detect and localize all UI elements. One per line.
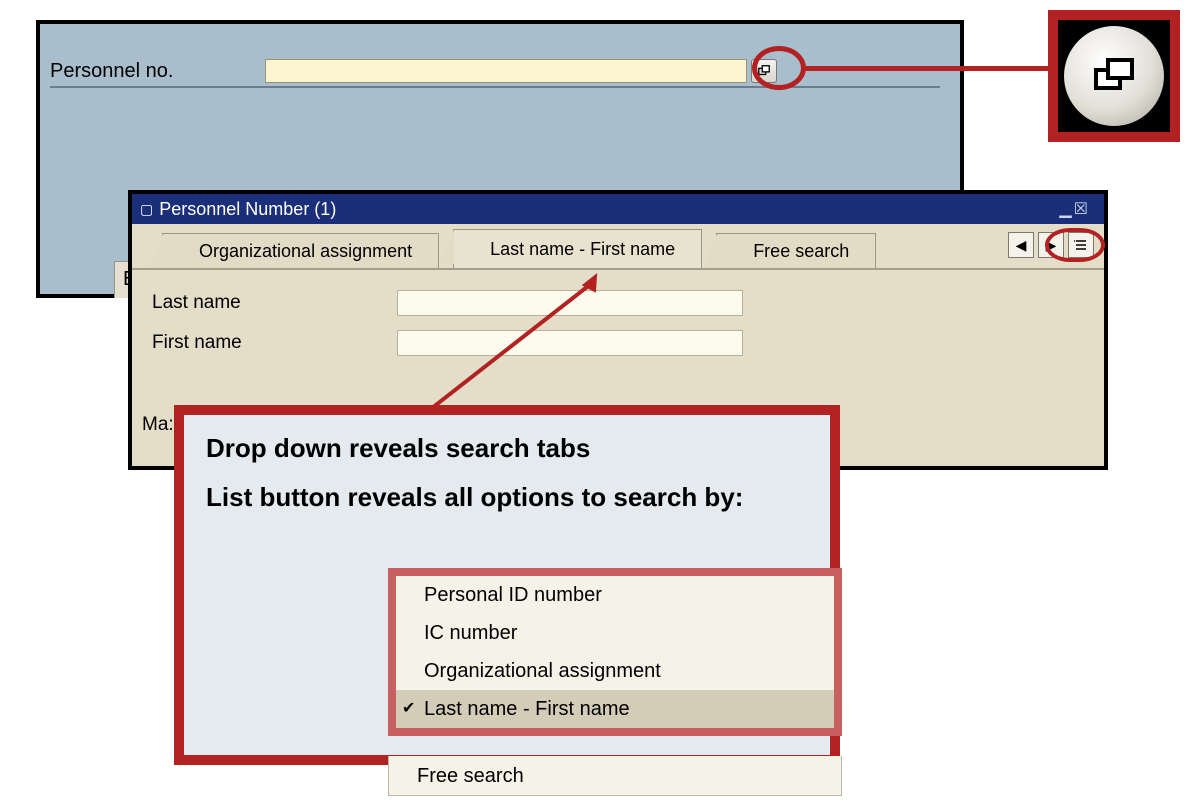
search-tabstrip: Organizational assignment Last name - Fi… bbox=[132, 228, 1104, 270]
menu-item-org-assignment[interactable]: Organizational assignment bbox=[396, 652, 834, 690]
tab-free-search[interactable]: Free search bbox=[716, 233, 876, 268]
tab-lastname-firstname[interactable]: Last name - First name bbox=[453, 229, 702, 268]
f4-search-help-button[interactable] bbox=[751, 59, 777, 83]
first-name-input[interactable] bbox=[397, 330, 743, 356]
truncated-label: Ma: bbox=[142, 414, 174, 436]
window-menu-icon[interactable]: ▢ bbox=[140, 201, 153, 218]
search-options-menu: Personal ID number IC number Organizatio… bbox=[388, 568, 842, 736]
personnel-no-row: Personnel no. bbox=[50, 56, 940, 88]
last-name-label: Last name bbox=[152, 292, 397, 314]
dialog-titlebar: ▢ Personnel Number (1) ▁ ☒ bbox=[132, 194, 1104, 224]
overlap-squares-icon bbox=[757, 64, 771, 78]
overlap-squares-icon bbox=[1090, 52, 1138, 100]
tab-list-button[interactable] bbox=[1068, 232, 1094, 258]
close-icon[interactable]: ☒ bbox=[1074, 199, 1088, 219]
zoom-circle bbox=[1064, 26, 1164, 126]
menu-item-lastname-firstname[interactable]: Last name - First name bbox=[396, 690, 834, 728]
minimize-icon[interactable]: ▁ bbox=[1059, 199, 1071, 219]
first-name-label: First name bbox=[152, 332, 397, 354]
zoom-f4-icon bbox=[1048, 10, 1180, 142]
personnel-no-label: Personnel no. bbox=[50, 60, 265, 83]
dialog-body: Last name First name bbox=[132, 270, 1104, 390]
menu-item-free-search[interactable]: Free search bbox=[388, 756, 842, 796]
tab-scroll-left-button[interactable]: ◀ bbox=[1008, 232, 1034, 258]
menu-item-personal-id[interactable]: Personal ID number bbox=[396, 576, 834, 614]
dialog-title: Personnel Number (1) bbox=[159, 199, 336, 220]
last-name-input[interactable] bbox=[397, 290, 743, 316]
callout-line1: Drop down reveals search tabs bbox=[206, 433, 808, 464]
tab-org-assignment[interactable]: Organizational assignment bbox=[162, 233, 439, 268]
tab-tools: ◀ ▶ bbox=[1008, 232, 1094, 258]
menu-item-ic-number[interactable]: IC number bbox=[396, 614, 834, 652]
personnel-no-input[interactable] bbox=[265, 59, 747, 83]
list-icon bbox=[1074, 238, 1088, 252]
annotation-connector bbox=[805, 66, 1050, 71]
callout-line2: List button reveals all options to searc… bbox=[206, 482, 808, 513]
tab-scroll-right-button[interactable]: ▶ bbox=[1038, 232, 1064, 258]
